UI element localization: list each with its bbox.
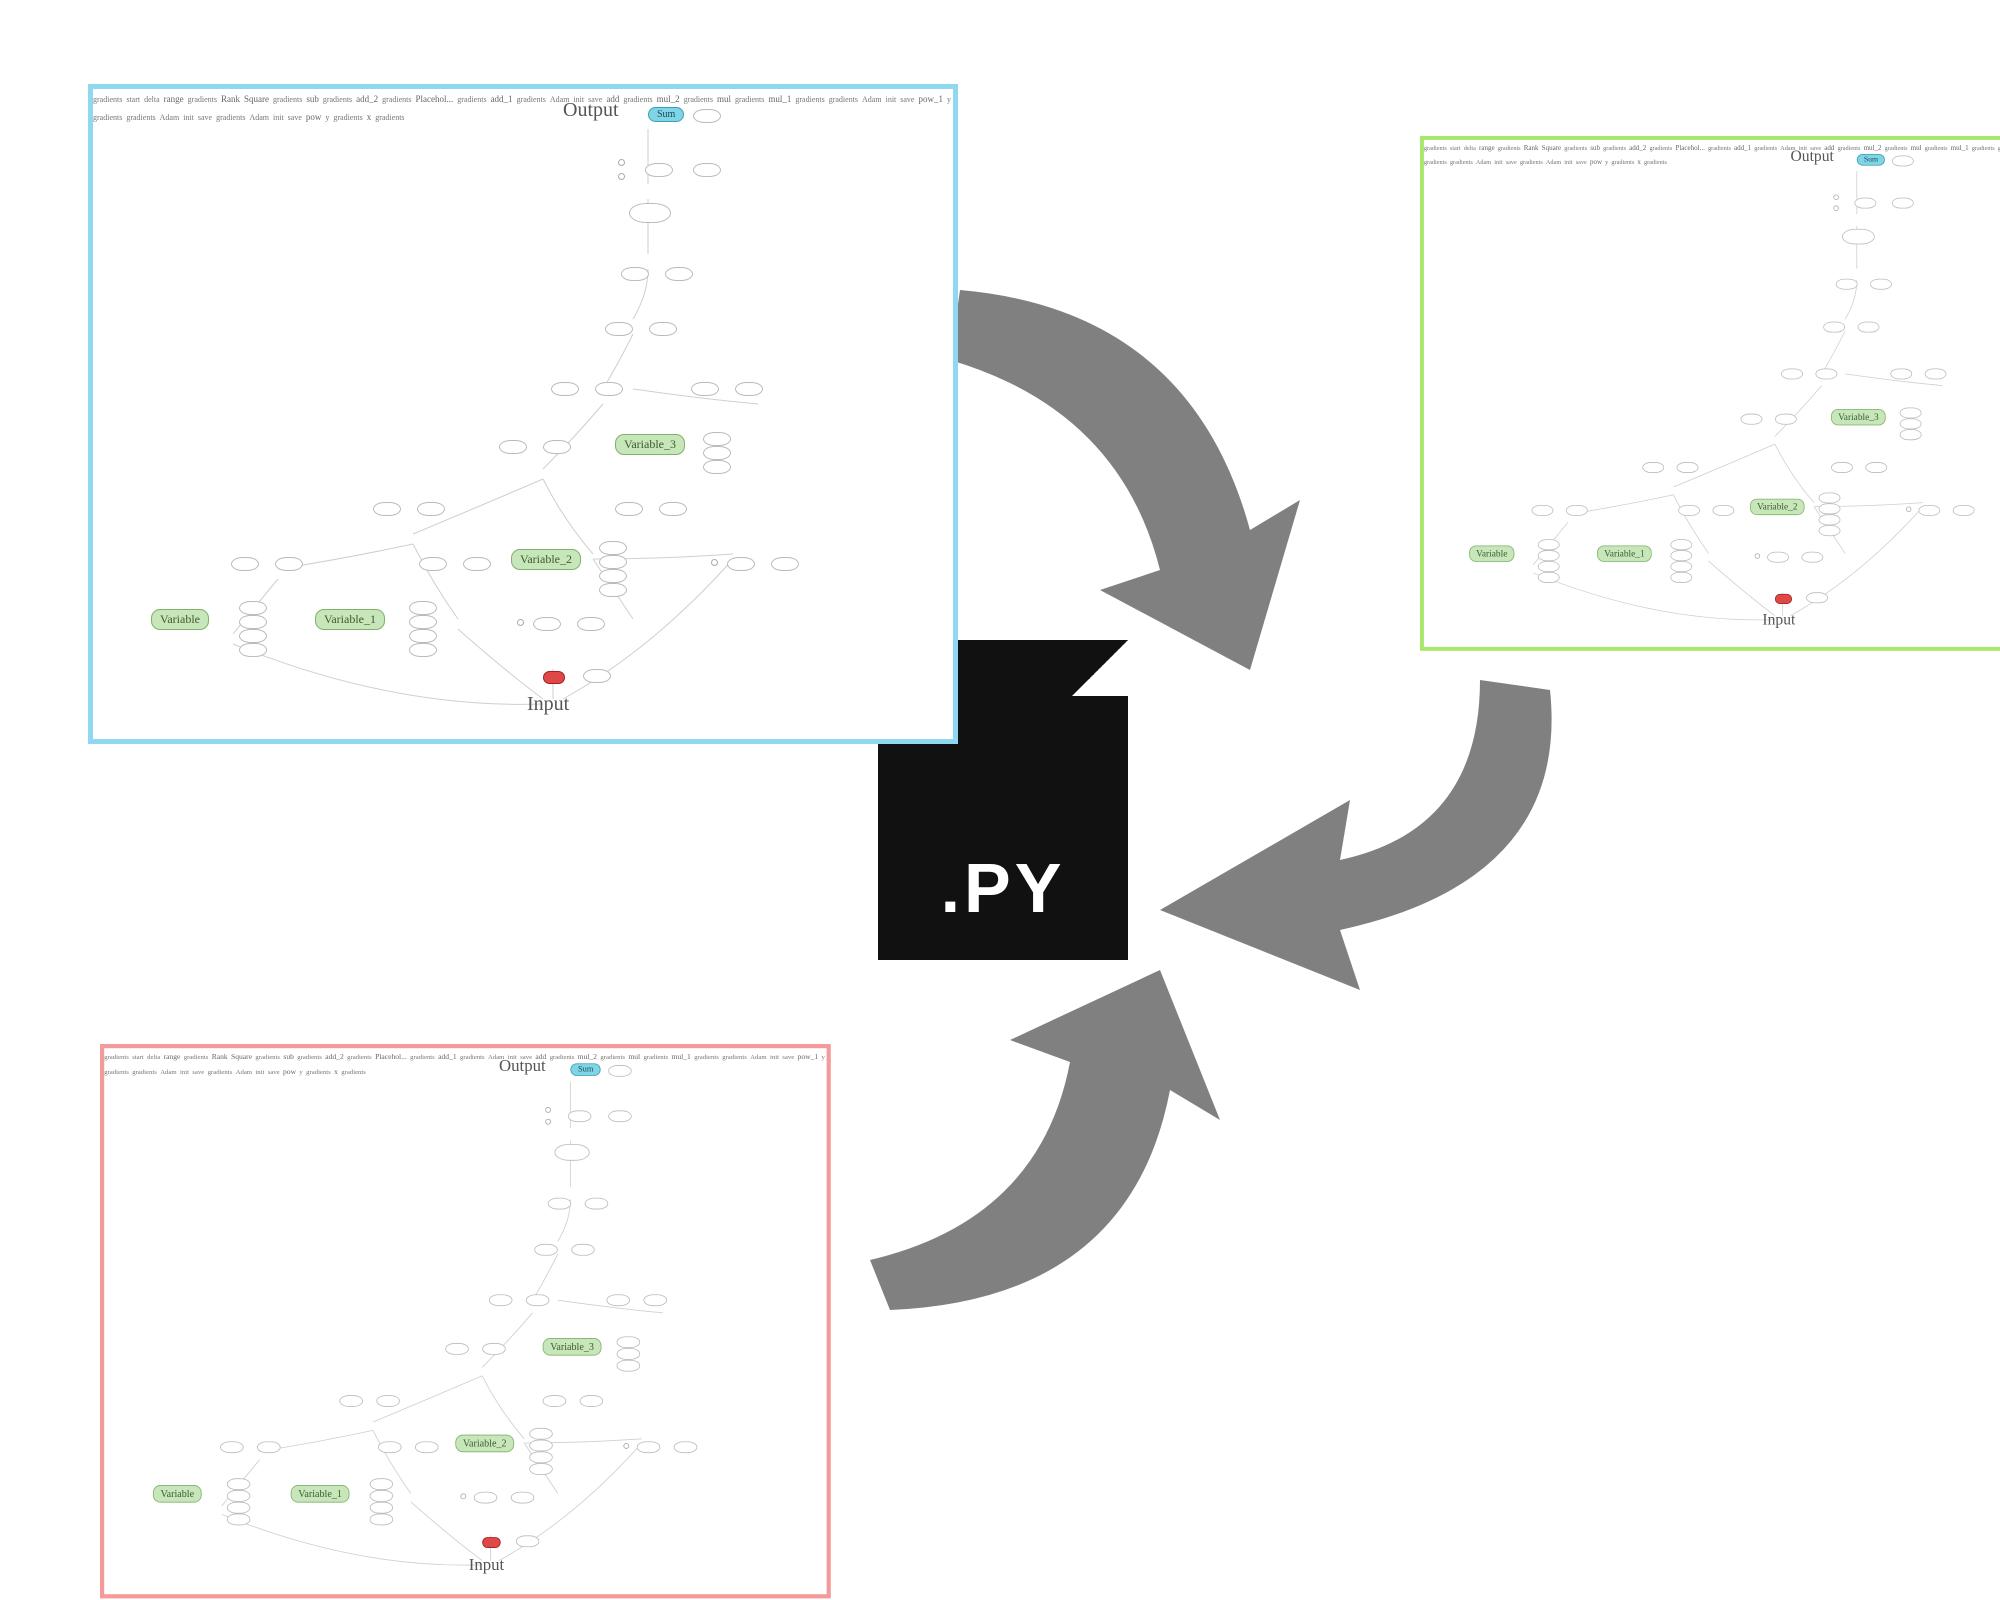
add-op	[373, 502, 401, 516]
sub-op	[534, 1244, 558, 1256]
sub-op	[1823, 322, 1845, 333]
add2-op	[551, 382, 579, 396]
rank-op	[1842, 229, 1875, 245]
range-grad	[608, 1110, 632, 1122]
var2: Variable_2	[1750, 499, 1805, 515]
add2-op	[489, 1294, 513, 1306]
var1: Variable_1	[315, 609, 385, 630]
placeholder-op	[691, 382, 719, 396]
graph-edges	[104, 1048, 826, 1594]
var3: Variable_3	[543, 1338, 602, 1356]
var0: Variable	[153, 1485, 202, 1503]
range-grad	[693, 163, 721, 177]
x-node	[1775, 594, 1792, 604]
square-op	[548, 1198, 572, 1210]
pow1-op	[637, 1441, 661, 1453]
pow-op	[1767, 552, 1789, 563]
graph-edges	[1424, 140, 2000, 647]
tf-graph: Output Sum gradients start delta range g…	[93, 89, 953, 739]
square-op	[621, 267, 649, 281]
output-label: Output	[499, 1057, 546, 1076]
mul2-op	[543, 1395, 567, 1407]
rank-op	[629, 203, 671, 223]
sub-op	[605, 322, 633, 336]
range-op	[1854, 198, 1876, 209]
input-label: Input	[527, 693, 569, 716]
mul1-op	[378, 1441, 402, 1453]
arrow-from-green	[1150, 680, 1570, 990]
pow-op	[474, 1492, 498, 1504]
x-node	[482, 1537, 500, 1548]
arrow-from-red	[870, 970, 1230, 1330]
sum-node: Sum	[1857, 154, 1885, 166]
var3: Variable_3	[1831, 409, 1886, 425]
sum-node: Sum	[648, 107, 684, 122]
add2-op	[1781, 368, 1803, 379]
op-gradients-sum	[608, 1065, 632, 1077]
range-op	[568, 1110, 592, 1122]
graph-panel-green: Output Sum gradients start delta range g…	[1420, 136, 2000, 651]
tf-graph: Output Sum gradients start delta range g…	[104, 1048, 826, 1594]
mul2-op	[1831, 462, 1853, 473]
graph-edges	[93, 89, 953, 739]
input-label: Input	[469, 1556, 504, 1575]
graph-panel-red: Output Sum gradients start delta range g…	[100, 1044, 831, 1598]
graph-panel-blue: Output Sum gradients start delta range g…	[88, 84, 958, 744]
file-ext: .PY	[878, 848, 1128, 928]
var2: Variable_2	[455, 1435, 514, 1453]
var1: Variable_1	[291, 1485, 350, 1503]
add-op	[339, 1395, 363, 1407]
mul-op	[1532, 505, 1554, 516]
mul2-op	[615, 502, 643, 516]
add1-op	[499, 440, 527, 454]
placeholder-op	[607, 1294, 631, 1306]
mul1-op	[419, 557, 447, 571]
range-grad	[1892, 198, 1914, 209]
var0: Variable	[151, 609, 209, 630]
var0: Variable	[1469, 546, 1514, 562]
op-gradients-sum	[693, 109, 721, 123]
output-label: Output	[1791, 148, 1834, 166]
mul-op	[220, 1441, 244, 1453]
pow1-op	[727, 557, 755, 571]
mul1-op	[1678, 505, 1700, 516]
x-node	[543, 671, 565, 684]
rank-op	[554, 1144, 589, 1161]
op-gradients-sum	[1892, 156, 1914, 167]
add-op	[1642, 462, 1664, 473]
sum-node: Sum	[570, 1063, 601, 1076]
add1-op	[445, 1343, 469, 1355]
add1-op	[1741, 414, 1763, 425]
var1: Variable_1	[1597, 546, 1652, 562]
pow1-op	[1918, 505, 1940, 516]
tf-graph: Output Sum gradients start delta range g…	[1424, 140, 2000, 647]
input-label: Input	[1762, 611, 1795, 629]
var2: Variable_2	[511, 549, 581, 570]
arrow-from-blue	[940, 270, 1320, 690]
var3: Variable_3	[615, 434, 685, 455]
placeholder-op	[1890, 368, 1912, 379]
square-op	[1836, 279, 1858, 290]
range-op	[645, 163, 673, 177]
pow-op	[533, 617, 561, 631]
output-label: Output	[563, 99, 619, 122]
mul-op	[231, 557, 259, 571]
